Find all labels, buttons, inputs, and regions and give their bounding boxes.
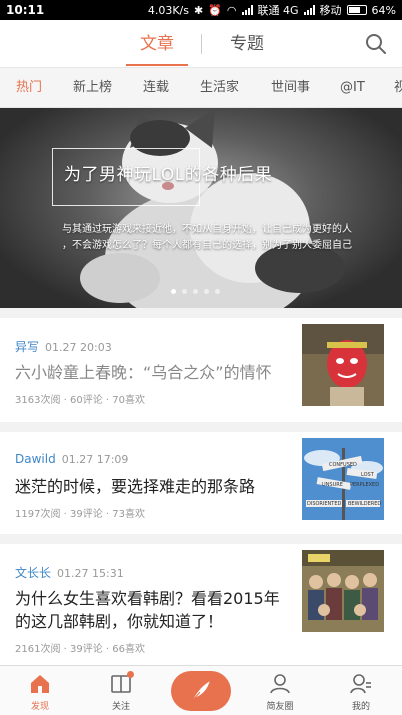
article-time: 01.27 17:09 <box>61 453 129 466</box>
banner-description: 与其通过玩游戏来接近他，不如从自身开始，让自己成为更好的人 ，不会游戏怎么了？每… <box>48 222 366 254</box>
tab-articles[interactable]: 文章 <box>126 20 188 68</box>
nav-discover-label: 发现 <box>30 702 49 712</box>
article-time: 01.27 15:31 <box>57 567 124 580</box>
article-item[interactable]: Dawild 01.27 17:09 迷茫的时候，要选择难走的那条路 1197次阅… <box>0 432 402 534</box>
home-icon <box>31 675 49 693</box>
profile-icon <box>350 674 371 694</box>
nav-following[interactable]: 关注 <box>91 666 151 715</box>
status-indicators: 4.03K/s ✱ ⏰ ◠ 联通 4G 移动 64% <box>148 2 396 18</box>
nav-friends-label: 简友圈 <box>266 702 294 712</box>
carousel-dot[interactable] <box>215 289 220 294</box>
alarm-icon: ⏰ <box>208 3 222 17</box>
author-name[interactable]: 异写 <box>15 340 39 354</box>
article-title[interactable]: 为什么女生喜欢看韩剧？看看2015年的这几部韩剧，你就知道了！ <box>15 587 285 633</box>
article-author-row: 异写 01.27 20:03 <box>15 338 112 355</box>
carousel-dot[interactable] <box>204 289 209 294</box>
banner-carousel[interactable]: 为了男神玩LOL的各种后果 与其通过玩游戏来接近他，不如从自身开始，让自己成为更… <box>0 108 402 308</box>
author-name[interactable]: 文长长 <box>15 566 51 580</box>
signal-icon <box>241 5 253 15</box>
article-author-row: 文长长 01.27 15:31 <box>15 564 124 581</box>
signal-icon-2 <box>303 5 315 15</box>
category-tabs: 热门 新上榜 连载 生活家 世间事 @IT 视 <box>0 68 402 108</box>
status-bar: 10:11 4.03K/s ✱ ⏰ ◠ 联通 4G 移动 64% <box>0 0 402 20</box>
sign-perplexed: PERPLEXED <box>350 482 379 488</box>
compose-button[interactable] <box>171 671 231 711</box>
article-stats: 1197次阅 · 39评论 · 73喜欢 <box>15 509 145 520</box>
battery-icon <box>346 5 367 15</box>
wifi-icon: ◠ <box>226 3 237 17</box>
nav-following-label: 关注 <box>111 702 130 712</box>
friends-icon <box>270 674 290 694</box>
nav-profile-label: 我的 <box>351 702 370 712</box>
sign-lost: LOST <box>361 472 375 478</box>
category-video[interactable]: 视 <box>394 68 402 107</box>
notification-badge <box>127 671 134 678</box>
category-it[interactable]: @IT <box>340 68 365 107</box>
article-title[interactable]: 迷茫的时候，要选择难走的那条路 <box>15 475 285 498</box>
clock: 10:11 <box>6 3 45 17</box>
carousel-dot[interactable] <box>193 289 198 294</box>
carrier-2: 移动 <box>319 4 342 17</box>
article-author-row: Dawild 01.27 17:09 <box>15 452 128 466</box>
top-nav: 文章 专题 <box>0 20 402 68</box>
quill-icon <box>191 681 210 702</box>
article-thumbnail[interactable]: CONFUSED LOST UNSURE PERPLEXED DISORIENT… <box>302 438 384 520</box>
carousel-dot[interactable] <box>182 289 187 294</box>
article-thumbnail[interactable] <box>302 550 384 632</box>
article-item[interactable]: 文长长 01.27 15:31 为什么女生喜欢看韩剧？看看2015年的这几部韩剧，… <box>0 544 402 665</box>
carousel-dots <box>171 289 220 294</box>
category-serial[interactable]: 连载 <box>143 68 169 107</box>
sign-disoriented: DISORIENTED <box>307 501 341 507</box>
category-new[interactable]: 新上榜 <box>73 68 112 107</box>
bluetooth-icon: ✱ <box>193 3 204 17</box>
sign-confused: CONFUSED <box>329 462 357 468</box>
nav-profile[interactable]: 我的 <box>331 666 391 715</box>
nav-friends[interactable]: 简友圈 <box>250 666 310 715</box>
article-stats: 2161次阅 · 39评论 · 66喜欢 <box>15 644 145 655</box>
article-time: 01.27 20:03 <box>45 341 112 354</box>
author-name[interactable]: Dawild <box>15 452 56 466</box>
search-icon[interactable] <box>364 32 388 56</box>
category-world[interactable]: 世间事 <box>271 68 310 107</box>
banner-title: 为了男神玩LOL的各种后果 <box>64 165 273 185</box>
tab-topics[interactable]: 专题 <box>230 20 264 68</box>
battery-level: 64% <box>371 3 396 17</box>
sign-unsure: UNSURE <box>322 482 343 488</box>
nav-discover[interactable]: 发现 <box>10 666 70 715</box>
tab-divider <box>201 34 202 54</box>
article-item[interactable]: 异写 01.27 20:03 六小龄童上春晚：“乌合之众”的情怀 3163次阅 ·… <box>0 318 402 422</box>
network-speed: 4.03K/s <box>147 3 189 17</box>
article-stats: 3163次阅 · 60评论 · 70喜欢 <box>15 395 145 406</box>
sign-bewildered: BEWILDERED <box>348 501 381 507</box>
bottom-nav: 发现 关注 简友圈 我的 <box>0 665 402 715</box>
cat-photo <box>80 108 345 308</box>
category-life[interactable]: 生活家 <box>200 68 239 107</box>
banner-desc-line-2: ，不会游戏怎么了？每个人都有自己的选择，别为了别人委屈自己 <box>62 240 352 251</box>
carrier-1: 联通 4G <box>257 4 299 17</box>
category-hot[interactable]: 热门 <box>16 68 42 107</box>
article-title[interactable]: 六小龄童上春晚：“乌合之众”的情怀 <box>15 361 285 384</box>
banner-desc-line-1: 与其通过玩游戏来接近他，不如从自身开始，让自己成为更好的人 <box>62 224 352 235</box>
carousel-dot[interactable] <box>171 289 176 294</box>
article-thumbnail[interactable] <box>302 324 384 406</box>
